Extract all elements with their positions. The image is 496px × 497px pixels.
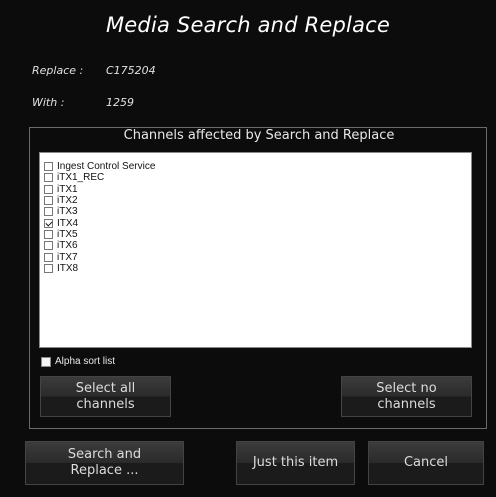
channel-checkbox[interactable] <box>44 252 53 262</box>
channel-checkbox[interactable] <box>44 162 53 172</box>
cancel-button[interactable]: Cancel <box>368 441 484 485</box>
channel-list-item[interactable]: iTX1 <box>40 184 471 195</box>
channel-list-item[interactable]: iTX3 <box>40 206 471 217</box>
replace-label: Replace : <box>32 64 84 77</box>
channel-checkbox[interactable] <box>44 241 53 251</box>
channel-list-item[interactable]: iTX2 <box>40 195 471 206</box>
search-and-replace-button[interactable]: Search and Replace ... <box>25 441 184 485</box>
channel-checkbox[interactable] <box>44 207 53 217</box>
alpha-sort-checkbox[interactable] <box>41 356 51 367</box>
channel-label: iTX7 <box>57 251 78 263</box>
just-this-item-button[interactable]: Just this item <box>236 441 355 485</box>
replace-value: C175204 <box>106 64 156 77</box>
channel-list-item[interactable]: iTX1_REC <box>40 172 471 183</box>
channel-list-item[interactable]: Ingest Control Service <box>40 161 471 172</box>
channel-checkbox[interactable] <box>44 196 53 206</box>
channel-list-item[interactable]: iTX7 <box>40 251 471 263</box>
channel-label: ITX8 <box>57 262 79 274</box>
with-label: With : <box>32 96 65 109</box>
channel-label: ITX4 <box>57 217 79 229</box>
channel-list-item[interactable]: iTX6 <box>40 240 471 251</box>
channel-list[interactable]: Ingest Control Service iTX1_REC iTX1 iTX2 iT… <box>39 152 472 348</box>
channel-label: iTX5 <box>57 228 78 240</box>
channel-checkbox[interactable] <box>44 218 53 228</box>
channel-list-item[interactable]: ITX8 <box>40 263 471 274</box>
with-value: 1259 <box>106 96 134 109</box>
select-no-channels-button[interactable]: Select no channels <box>341 376 472 417</box>
dialog-title: Media Search and Replace <box>105 13 391 37</box>
channel-label: Ingest Control Service <box>57 161 156 173</box>
channels-group-title: Channels affected by Search and Replace <box>123 128 395 143</box>
channel-checkbox[interactable] <box>44 173 53 183</box>
channel-label: iTX1_REC <box>57 172 105 184</box>
channel-label: iTX2 <box>57 195 78 207</box>
alpha-sort-option[interactable]: Alpha sort list <box>41 356 115 367</box>
media-search-replace-dialog: Media Search and Replace Replace : C1752… <box>0 0 496 497</box>
channel-list-item[interactable]: ITX4 <box>40 217 471 229</box>
channel-checkbox[interactable] <box>44 229 53 239</box>
channel-checkbox[interactable] <box>44 184 53 194</box>
select-all-channels-button[interactable]: Select all channels <box>40 376 171 417</box>
channel-label: iTX3 <box>57 206 78 218</box>
channel-checkbox[interactable] <box>44 263 53 273</box>
alpha-sort-label: Alpha sort list <box>55 356 116 367</box>
channel-label: iTX1 <box>57 183 78 195</box>
channel-label: iTX6 <box>57 240 78 252</box>
channel-list-item[interactable]: iTX5 <box>40 229 471 240</box>
